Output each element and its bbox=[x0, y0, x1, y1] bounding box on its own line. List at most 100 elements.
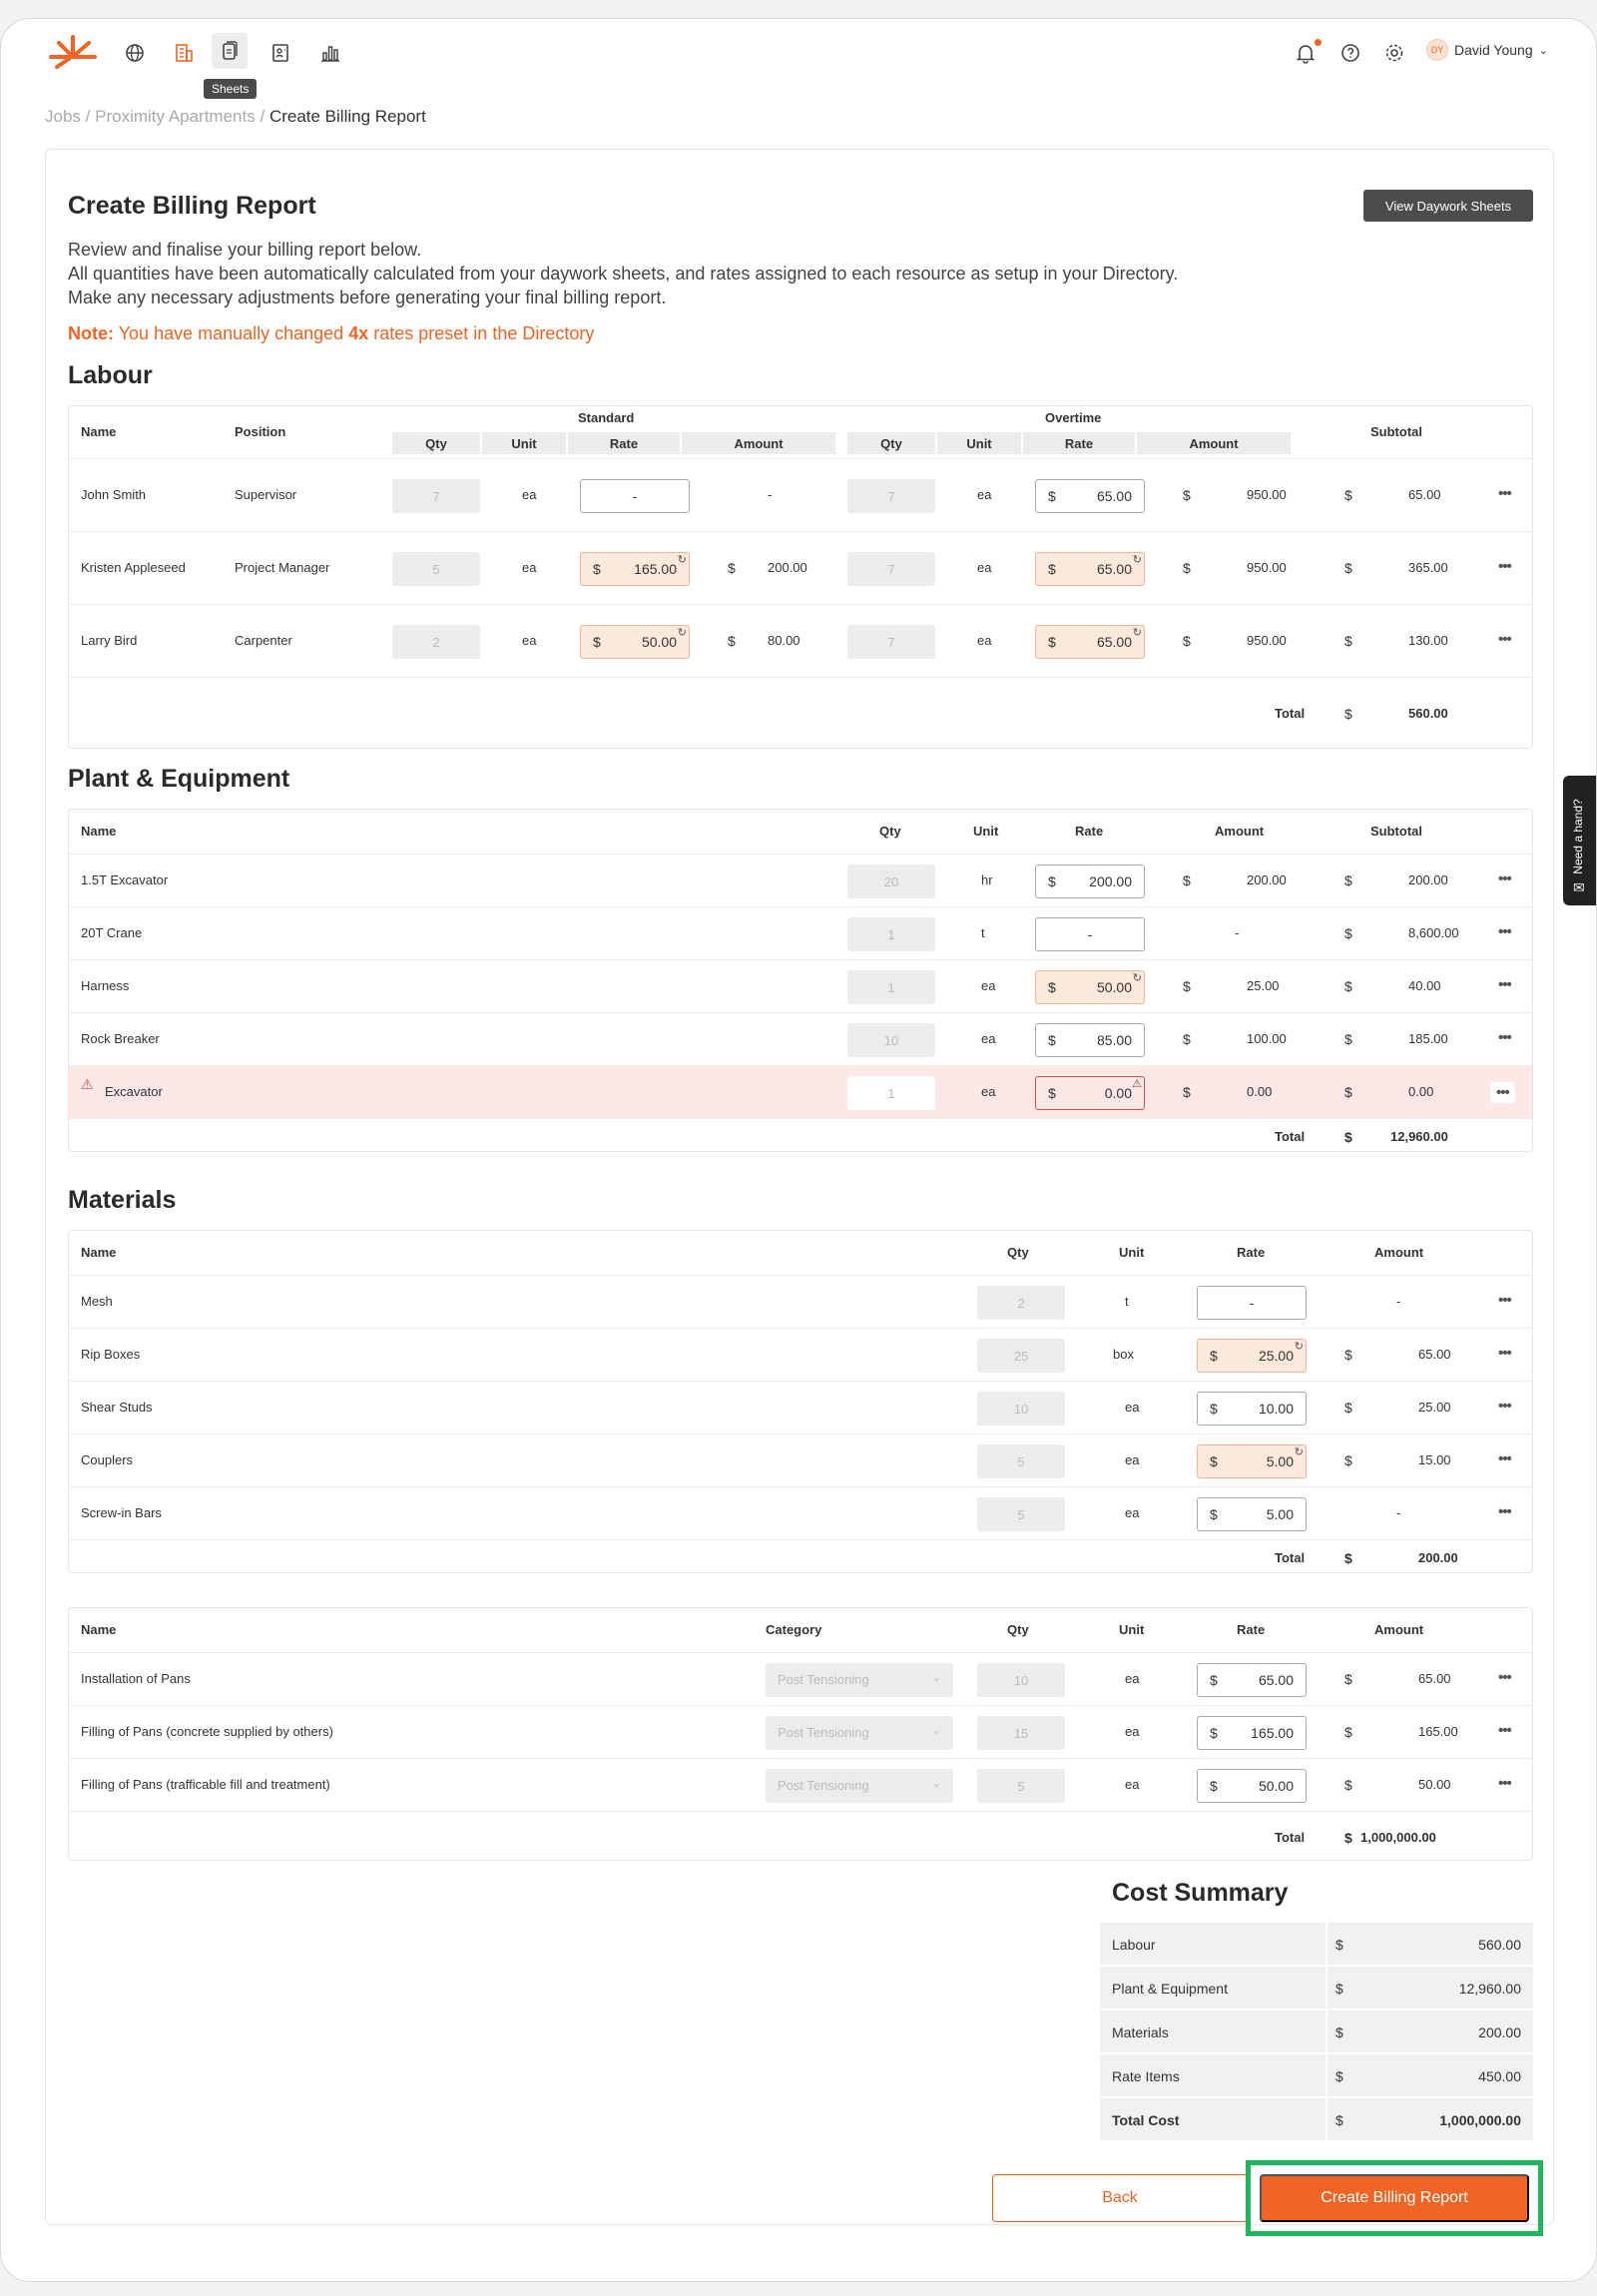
currency-symbol: $ bbox=[1048, 979, 1056, 995]
company-logo[interactable] bbox=[47, 33, 99, 69]
col-std-rate: Rate bbox=[568, 432, 680, 454]
qty-field: 10 bbox=[977, 1663, 1065, 1697]
row-menu-button[interactable]: ••• bbox=[1490, 1082, 1515, 1103]
rate-value: 65.00 bbox=[1096, 561, 1132, 577]
user-menu[interactable]: DY David Young ⌄ bbox=[1426, 39, 1548, 61]
rate-input[interactable]: $50.00 bbox=[1197, 1769, 1307, 1803]
summary-value: 1,000,000.00 bbox=[1439, 2112, 1521, 2128]
row-menu-button[interactable]: ••• bbox=[1498, 1292, 1512, 1309]
qty-field: 15 bbox=[977, 1716, 1065, 1750]
rate-input[interactable]: - bbox=[1197, 1286, 1307, 1320]
building-icon[interactable] bbox=[172, 41, 196, 65]
col-ot-rate: Rate bbox=[1023, 432, 1135, 454]
note-text: You have manually changed bbox=[118, 323, 344, 343]
row-menu-button[interactable]: ••• bbox=[1498, 1503, 1512, 1520]
rate-input[interactable]: $10.00 bbox=[1197, 1392, 1307, 1426]
rate-input[interactable]: $0.00 ⚠ bbox=[1035, 1076, 1145, 1110]
amount: 65.00 bbox=[1418, 1671, 1451, 1686]
rate-changed-icon: ↻ bbox=[1132, 627, 1142, 639]
row-name: Rip Boxes bbox=[81, 1347, 141, 1362]
qty-field: 25 bbox=[977, 1339, 1065, 1373]
contact-card-icon[interactable] bbox=[268, 41, 292, 65]
intro-line: Make any necessary adjustments before ge… bbox=[68, 287, 667, 307]
row-menu-button[interactable]: ••• bbox=[1498, 485, 1512, 502]
rate-input[interactable]: $5.00 bbox=[1197, 1497, 1307, 1531]
currency-symbol: $ bbox=[728, 633, 736, 649]
rate-input[interactable]: $50.00 ↻ bbox=[1035, 970, 1145, 1004]
row-menu-button[interactable]: ••• bbox=[1498, 1398, 1512, 1415]
currency-symbol: $ bbox=[1210, 1778, 1218, 1794]
row-menu-button[interactable]: ••• bbox=[1498, 1669, 1512, 1686]
row-name: Excavator bbox=[105, 1084, 163, 1099]
unit: ea bbox=[1125, 1671, 1140, 1686]
rate-input[interactable]: $165.00 bbox=[1197, 1716, 1307, 1750]
total-label: Total bbox=[1275, 706, 1306, 721]
rate-input[interactable]: $25.00 ↻ bbox=[1197, 1339, 1307, 1373]
rate-input[interactable]: $65.00 ↻ bbox=[1035, 625, 1145, 659]
rate-value: 165.00 bbox=[634, 561, 677, 577]
rate-value: 200.00 bbox=[1089, 873, 1132, 889]
need-help-tab[interactable]: Need a hand? ✉ bbox=[1563, 776, 1596, 905]
gear-icon[interactable] bbox=[1382, 41, 1406, 65]
currency-symbol: $ bbox=[1048, 634, 1056, 650]
row-menu-button[interactable]: ••• bbox=[1498, 1029, 1512, 1046]
chevron-down-icon: ⌄ bbox=[931, 1725, 941, 1737]
summary-label: Total Cost bbox=[1112, 2112, 1180, 2128]
materials-heading: Materials bbox=[68, 1186, 177, 1214]
view-daywork-sheets-button[interactable]: View Daywork Sheets bbox=[1363, 190, 1533, 222]
rate-input[interactable]: $65.00 ↻ bbox=[1035, 552, 1145, 586]
breadcrumb-current: Create Billing Report bbox=[268, 107, 426, 126]
rate-input[interactable]: $65.00 bbox=[1035, 479, 1145, 513]
summary-label: Labour bbox=[1112, 1937, 1156, 1953]
rate-value: 85.00 bbox=[1096, 1032, 1132, 1048]
back-button[interactable]: Back bbox=[992, 2174, 1248, 2222]
amount: 200.00 bbox=[1247, 872, 1287, 887]
globe-icon[interactable] bbox=[123, 41, 147, 65]
notification-bell-icon[interactable] bbox=[1294, 41, 1318, 65]
breadcrumb-project[interactable]: Proximity Apartments bbox=[95, 107, 256, 126]
row-menu-button[interactable]: ••• bbox=[1498, 1722, 1512, 1739]
help-circle-icon[interactable] bbox=[1338, 41, 1362, 65]
summary-value: 12,960.00 bbox=[1458, 1981, 1521, 1997]
col-category: Category bbox=[766, 1622, 822, 1637]
row-name: Shear Studs bbox=[81, 1400, 153, 1415]
summary-row: Labour $560.00 bbox=[1100, 1921, 1533, 1967]
col-unit: Unit bbox=[1119, 1622, 1145, 1637]
breadcrumb-jobs[interactable]: Jobs bbox=[45, 107, 81, 126]
currency-symbol: $ bbox=[1344, 633, 1352, 649]
currency-symbol: $ bbox=[1183, 487, 1191, 503]
sheets-nav-button[interactable] bbox=[212, 33, 248, 69]
row-menu-button[interactable]: ••• bbox=[1498, 923, 1512, 940]
subtotal: 200.00 bbox=[1408, 872, 1448, 887]
row-menu-button[interactable]: ••• bbox=[1498, 976, 1512, 993]
currency-symbol: $ bbox=[1344, 1347, 1352, 1363]
row-menu-button[interactable]: ••• bbox=[1498, 1450, 1512, 1467]
rate-input[interactable]: - bbox=[580, 479, 690, 513]
unit: ea bbox=[1125, 1400, 1140, 1415]
rate-input[interactable]: $165.00 ↻ bbox=[580, 552, 690, 586]
rate-input[interactable]: $50.00 ↻ bbox=[580, 625, 690, 659]
rate-input[interactable]: $85.00 bbox=[1035, 1023, 1145, 1057]
row-menu-button[interactable]: ••• bbox=[1498, 631, 1512, 648]
summary-label: Rate Items bbox=[1112, 2068, 1180, 2084]
warning-icon: ⚠ bbox=[1132, 1078, 1142, 1090]
row-name: Rock Breaker bbox=[81, 1031, 160, 1046]
currency-symbol: $ bbox=[1183, 1031, 1191, 1047]
rate-items-table: Name Category Qty Unit Rate Amount Installatio… bbox=[68, 1607, 1533, 1861]
col-amount: Amount bbox=[1215, 824, 1265, 839]
col-name: Name bbox=[81, 1245, 117, 1260]
row-menu-button[interactable]: ••• bbox=[1498, 1345, 1512, 1362]
row-menu-button[interactable]: ••• bbox=[1498, 870, 1512, 887]
row-menu-button[interactable]: ••• bbox=[1498, 1775, 1512, 1792]
currency-symbol: $ bbox=[728, 560, 736, 576]
table-row: Mesh 2 t - - ••• bbox=[69, 1275, 1532, 1328]
rate-input[interactable]: - bbox=[1035, 917, 1145, 951]
rate-input[interactable]: $200.00 bbox=[1035, 864, 1145, 898]
currency-symbol: $ bbox=[1344, 1724, 1352, 1740]
currency-symbol: $ bbox=[1210, 1348, 1218, 1364]
total-label: Total bbox=[1275, 1830, 1306, 1845]
rate-input[interactable]: $65.00 bbox=[1197, 1663, 1307, 1697]
bar-chart-icon[interactable] bbox=[318, 41, 342, 65]
row-menu-button[interactable]: ••• bbox=[1498, 558, 1512, 575]
rate-input[interactable]: $5.00 ↻ bbox=[1197, 1444, 1307, 1478]
